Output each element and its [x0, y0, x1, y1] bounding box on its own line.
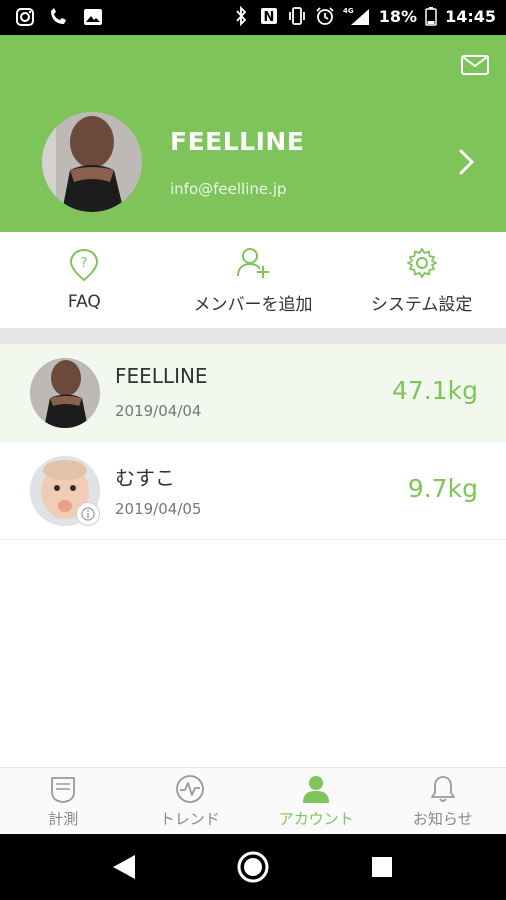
bottom-nav: 計測 トレンド アカウント お知らせ — [0, 767, 506, 834]
profile-email: info@feelline.jp — [170, 180, 287, 198]
section-divider — [0, 328, 506, 344]
member-name: FEELLINE — [115, 364, 208, 388]
tab-notifications-label: お知らせ — [412, 810, 473, 828]
info-icon[interactable] — [76, 502, 100, 526]
svg-text:4G: 4G — [343, 7, 354, 15]
member-date: 2019/04/05 — [115, 500, 202, 518]
system-nav-bar — [0, 834, 506, 900]
system-settings-button[interactable]: システム設定 — [337, 232, 506, 328]
missed-call-icon — [48, 6, 70, 28]
svg-text:?: ? — [81, 256, 88, 271]
tab-account[interactable]: アカウント — [253, 768, 380, 834]
account-menu: ? FAQ メンバーを追加 システム設定 — [0, 232, 506, 328]
tab-trend-label: トレンド — [159, 810, 220, 828]
back-icon[interactable] — [104, 847, 144, 887]
member-weight: 47.1kg — [391, 376, 478, 405]
add-member-label: メンバーを追加 — [193, 294, 313, 315]
tab-measure[interactable]: 計測 — [0, 768, 127, 834]
faq-button[interactable]: ? FAQ — [0, 232, 169, 328]
profile-name: FEELLINE — [170, 127, 305, 156]
status-notifications — [14, 6, 104, 28]
member-date: 2019/04/04 — [115, 402, 202, 420]
system-settings-label: システム設定 — [370, 294, 473, 315]
profile-avatar — [42, 112, 142, 212]
chevron-right-icon[interactable] — [458, 147, 476, 177]
bell-icon — [427, 773, 459, 805]
home-icon[interactable] — [233, 847, 273, 887]
alarm-icon — [315, 5, 335, 27]
faq-label: FAQ — [67, 292, 101, 312]
member-weight: 9.7kg — [407, 474, 478, 503]
bluetooth-icon — [231, 5, 251, 27]
gear-icon — [405, 246, 439, 280]
image-icon — [82, 6, 104, 28]
tab-trend[interactable]: トレンド — [127, 768, 254, 834]
signal-icon: 4G — [343, 5, 371, 27]
status-system: N 4G 18% 14:45 — [231, 5, 496, 27]
add-user-icon — [236, 246, 270, 280]
trend-icon — [174, 773, 206, 805]
status-bar: N 4G 18% 14:45 — [0, 0, 506, 35]
member-name: むすこ — [115, 466, 175, 490]
member-row[interactable]: FEELLINE 2019/04/04 47.1kg — [0, 344, 506, 442]
vibrate-icon — [287, 5, 307, 27]
member-avatar — [30, 358, 100, 428]
battery-icon — [425, 5, 437, 27]
svg-text:N: N — [263, 10, 274, 25]
clock: 14:45 — [445, 6, 496, 26]
tab-account-label: アカウント — [278, 810, 354, 828]
add-member-button[interactable]: メンバーを追加 — [169, 232, 338, 328]
member-row[interactable]: むすこ 2019/04/05 9.7kg — [0, 442, 506, 540]
profile-header[interactable]: FEELLINE info@feelline.jp — [0, 35, 506, 232]
tab-notifications[interactable]: お知らせ — [380, 768, 506, 834]
account-icon — [300, 773, 332, 805]
battery-percent: 18% — [378, 6, 418, 26]
recents-icon[interactable] — [362, 847, 402, 887]
scale-icon — [47, 773, 79, 805]
instagram-icon — [14, 6, 36, 28]
tab-measure-label: 計測 — [48, 810, 79, 828]
question-icon: ? — [67, 248, 101, 282]
mail-icon[interactable] — [460, 53, 490, 77]
nfc-icon: N — [259, 5, 279, 27]
